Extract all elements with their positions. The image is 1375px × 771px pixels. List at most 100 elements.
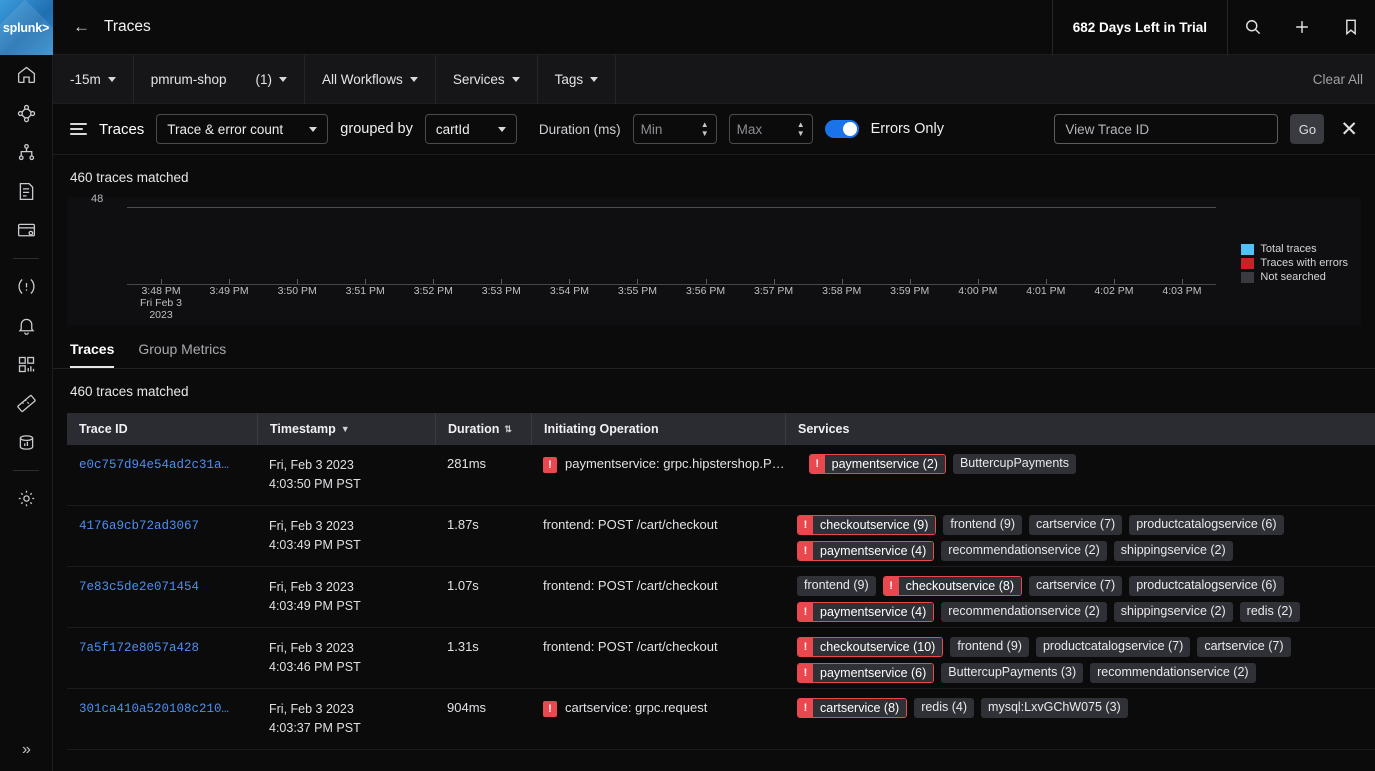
service-chip[interactable]: recommendationservice (2) [941,541,1106,561]
time-range-selector[interactable]: -15m [53,55,134,104]
error-badge-icon: ! [798,638,813,656]
services-cell: !checkoutservice (10) frontend (9) product… [785,628,1375,684]
sidebar-item-settings[interactable] [0,479,53,518]
search-icon[interactable] [1228,0,1277,55]
service-chip[interactable]: cartservice (7) [1029,576,1122,596]
home-icon [16,64,37,85]
table-row[interactable]: 301ca410a520108c210…Fri, Feb 3 20234:03:… [67,689,1375,750]
table-row[interactable]: 4176a9cb72ad3067Fri, Feb 3 20234:03:49 P… [67,506,1375,567]
trace-id-link[interactable]: 7a5f172e8057a428 [79,641,199,655]
service-chip-error[interactable]: !checkoutservice (10) [797,637,943,657]
tags-selector[interactable]: Tags [538,55,617,104]
service-chip-error[interactable]: !paymentservice (2) [809,454,946,474]
chart-tick: 3:49 PM [195,285,263,321]
table-header-row: Trace ID Timestamp ▼ Duration ⇅ Initiati… [67,413,1375,445]
service-chip-error[interactable]: !cartservice (8) [797,698,907,718]
service-chip[interactable]: shippingservice (2) [1114,541,1233,561]
trace-id-link[interactable]: 7e83c5de2e071454 [79,580,199,594]
chevron-down-icon [108,77,116,82]
service-chip[interactable]: recommendationservice (2) [1090,663,1255,683]
service-chip[interactable]: shippingservice (2) [1114,602,1233,622]
log-document-icon [16,181,37,202]
list-view-icon[interactable] [70,123,87,135]
column-header-trace-id[interactable]: Trace ID [67,413,257,445]
tick-label: 4:01 PM [1012,285,1080,297]
services-cell: frontend (9) !checkoutservice (8) cartserv… [785,567,1375,623]
sidebar-item-infrastructure[interactable] [0,94,53,133]
stepper-arrows-icon[interactable]: ▲▼ [701,121,709,137]
duration-max-input[interactable]: Max ▲▼ [729,114,813,144]
time-range-label: -15m [70,72,101,87]
sidebar-item-data-management[interactable] [0,423,53,462]
tick-label: 3:57 PM [740,285,808,297]
sidebar-item-metrics[interactable] [0,384,53,423]
trace-id-link[interactable]: 301ca410a520108c210… [79,702,229,716]
metric-select[interactable]: Trace & error count [156,114,328,144]
service-chip-error[interactable]: !checkoutservice (9) [797,515,936,535]
service-chip[interactable]: ButtercupPayments [953,454,1076,474]
sidebar-item-log-observer[interactable] [0,172,53,211]
service-chip[interactable]: redis (4) [914,698,974,718]
error-badge-icon: ! [798,699,813,717]
sidebar-collapse-toggle[interactable]: » [0,741,53,759]
service-chip[interactable]: frontend (9) [797,576,876,596]
chart-tick: 3:57 PM [740,285,808,321]
column-header-timestamp[interactable]: Timestamp ▼ [257,413,435,445]
tab-group-metrics[interactable]: Group Metrics [138,341,226,368]
splunk-logo[interactable]: splunk> [0,0,53,55]
sidebar-item-alerts[interactable] [0,267,53,306]
duration-min-input[interactable]: Min ▲▼ [633,114,717,144]
environment-selector[interactable]: pmrum-shop (1) [134,55,305,104]
service-chip-error[interactable]: !checkoutservice (8) [883,576,1022,596]
gear-icon [16,488,37,509]
service-chip[interactable]: cartservice (7) [1197,637,1290,657]
service-chip[interactable]: ButtercupPayments (3) [941,663,1083,683]
workflows-selector[interactable]: All Workflows [305,55,436,104]
service-chip[interactable]: frontend (9) [943,515,1022,535]
go-button[interactable]: Go [1290,114,1324,144]
clear-all-button[interactable]: Clear All [1313,72,1375,87]
column-label: Services [798,422,849,436]
query-toolbar: Traces Trace & error count grouped by ca… [53,104,1375,155]
plus-icon[interactable] [1277,0,1326,55]
group-by-select[interactable]: cartId [425,114,517,144]
service-chip[interactable]: cartservice (7) [1029,515,1122,535]
column-header-services[interactable]: Services [785,413,1375,445]
back-arrow-icon[interactable]: ← [73,17,90,37]
service-chip-error[interactable]: !paymentservice (4) [797,602,934,622]
trace-id-input[interactable]: View Trace ID [1054,114,1278,144]
tick-label: 3:59 PM [876,285,944,297]
column-header-duration[interactable]: Duration ⇅ [435,413,531,445]
database-icon [16,432,37,453]
sidebar-item-detectors[interactable] [0,306,53,345]
error-badge-icon: ! [543,701,557,717]
table-row[interactable]: 7e83c5de2e071454Fri, Feb 3 20234:03:49 P… [67,567,1375,628]
table-row[interactable]: 7a5f172e8057a428Fri, Feb 3 20234:03:46 P… [67,628,1375,689]
trace-id-link[interactable]: e0c757d94e54ad2c31a… [79,458,229,472]
service-chip[interactable]: productcatalogservice (7) [1036,637,1190,657]
service-chip[interactable]: productcatalogservice (6) [1129,576,1283,596]
tab-traces[interactable]: Traces [70,341,114,368]
apm-tree-icon [16,142,37,163]
trace-id-link[interactable]: 4176a9cb72ad3067 [79,519,199,533]
service-chip-error[interactable]: !paymentservice (4) [797,541,934,561]
table-row[interactable]: e0c757d94e54ad2c31a…Fri, Feb 3 20234:03:… [67,445,1375,506]
service-chip[interactable]: productcatalogservice (6) [1129,515,1283,535]
timestamp-date: Fri, Feb 3 2023 [269,456,423,475]
errors-only-toggle[interactable] [825,120,859,138]
sidebar-item-dashboards[interactable] [0,345,53,384]
services-selector[interactable]: Services [436,55,538,104]
sidebar-item-rum[interactable] [0,211,53,250]
stepper-arrows-icon[interactable]: ▲▼ [797,121,805,137]
service-chip[interactable]: frontend (9) [950,637,1029,657]
service-chip[interactable]: mysql:LxvGChW075 (3) [981,698,1128,718]
service-chip[interactable]: redis (2) [1240,602,1300,622]
infrastructure-icon [16,103,37,124]
service-chip[interactable]: recommendationservice (2) [941,602,1106,622]
sidebar-item-home[interactable] [0,55,53,94]
bookmark-icon[interactable] [1326,0,1375,55]
sidebar-item-apm[interactable] [0,133,53,172]
close-icon[interactable]: ✕ [1336,117,1358,142]
service-chip-error[interactable]: !paymentservice (6) [797,663,934,683]
column-header-initiating-operation[interactable]: Initiating Operation [531,413,785,445]
